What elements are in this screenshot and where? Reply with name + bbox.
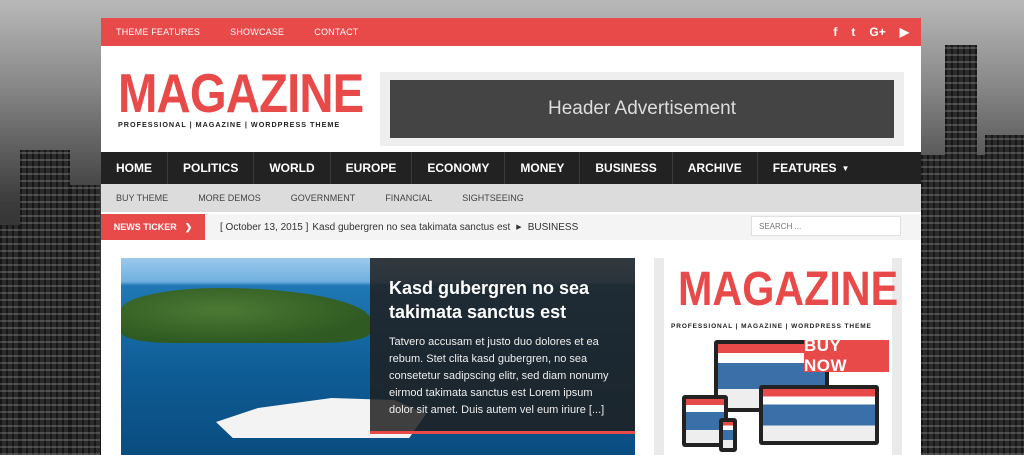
top-nav-contact[interactable]: CONTACT <box>314 27 358 37</box>
nav-home[interactable]: HOME <box>101 152 168 184</box>
sub-nav: BUY THEME MORE DEMOS GOVERNMENT FINANCIA… <box>101 184 921 212</box>
website: THEME FEATURES SHOWCASE CONTACT f t G+ ▶… <box>101 18 921 455</box>
youtube-icon[interactable]: ▶ <box>900 25 909 39</box>
ticker-label-text: NEWS TICKER <box>113 222 177 232</box>
twitter-icon[interactable]: t <box>851 25 855 39</box>
nav-world[interactable]: WORLD <box>254 152 331 184</box>
subnav-government[interactable]: GOVERNMENT <box>291 193 356 203</box>
ticker-category[interactable]: BUSINESS <box>528 222 579 233</box>
ticker-item[interactable]: [ October 13, 2015 ] Kasd gubergren no s… <box>220 222 578 233</box>
subnav-buy-theme[interactable]: BUY THEME <box>116 193 168 203</box>
nav-europe[interactable]: EUROPE <box>331 152 413 184</box>
top-nav-showcase[interactable]: SHOWCASE <box>230 27 284 37</box>
site-logo[interactable]: MAGAZINE PROFESSIONAL | MAGAZINE | WORDP… <box>118 62 403 130</box>
ticker-date: [ October 13, 2015 ] <box>220 221 309 233</box>
featured-title[interactable]: Kasd gubergren no sea takimata sanctus e… <box>389 276 617 324</box>
news-ticker-label: NEWS TICKER ❯ <box>101 214 205 240</box>
search-input[interactable] <box>751 216 901 236</box>
featured-excerpt: Tatvero accusam et justo duo dolores et … <box>389 336 609 416</box>
nav-archive[interactable]: ARCHIVE <box>673 152 758 184</box>
subnav-sightseeing[interactable]: SIGHTSEEING <box>462 193 524 203</box>
buy-now-button[interactable]: BUY NOW <box>804 336 889 375</box>
featured-post[interactable]: Kasd gubergren no sea takimata sanctus e… <box>121 258 635 455</box>
social-links: f t G+ ▶ <box>833 25 909 39</box>
chevron-down-icon: ▼ <box>841 163 850 173</box>
sidebar-ad[interactable]: MAGAZINE PROFESSIONAL | MAGAZINE | WORDP… <box>654 258 902 455</box>
sidebar-ad-logo: MAGAZINE <box>678 263 899 316</box>
laptop-mockup <box>759 385 879 445</box>
nav-business[interactable]: BUSINESS <box>580 152 673 184</box>
nav-politics[interactable]: POLITICS <box>168 152 255 184</box>
site-header: MAGAZINE PROFESSIONAL | MAGAZINE | WORDP… <box>101 46 921 152</box>
top-nav-theme-features[interactable]: THEME FEATURES <box>116 27 200 37</box>
nav-features-label: FEATURES <box>772 161 837 175</box>
sidebar-ad-tagline: PROFESSIONAL | MAGAZINE | WORDPRESS THEM… <box>671 323 872 330</box>
play-icon: ▶ <box>516 224 522 231</box>
nav-features[interactable]: FEATURES ▼ <box>758 152 865 184</box>
subnav-more-demos[interactable]: MORE DEMOS <box>198 193 261 203</box>
google-plus-icon[interactable]: G+ <box>869 25 885 39</box>
news-ticker: NEWS TICKER ❯ [ October 13, 2015 ] Kasd … <box>101 214 921 240</box>
top-bar: THEME FEATURES SHOWCASE CONTACT f t G+ ▶ <box>101 18 921 46</box>
nav-economy[interactable]: ECONOMY <box>412 152 506 184</box>
ticker-headline[interactable]: Kasd gubergren no sea takimata sanctus e… <box>312 222 510 233</box>
featured-overlay: Kasd gubergren no sea takimata sanctus e… <box>370 258 635 434</box>
phone-mockup <box>719 418 737 452</box>
chevron-right-icon: ❯ <box>184 221 193 232</box>
logo-text: MAGAZINE <box>118 62 364 124</box>
header-ad-frame: Header Advertisement <box>380 72 904 146</box>
subnav-financial[interactable]: FINANCIAL <box>385 193 432 203</box>
top-nav: THEME FEATURES SHOWCASE CONTACT <box>116 27 358 37</box>
main-nav: HOME POLITICS WORLD EUROPE ECONOMY MONEY… <box>101 152 921 184</box>
facebook-icon[interactable]: f <box>833 25 837 39</box>
nav-money[interactable]: MONEY <box>505 152 581 184</box>
header-advertisement[interactable]: Header Advertisement <box>390 80 894 138</box>
